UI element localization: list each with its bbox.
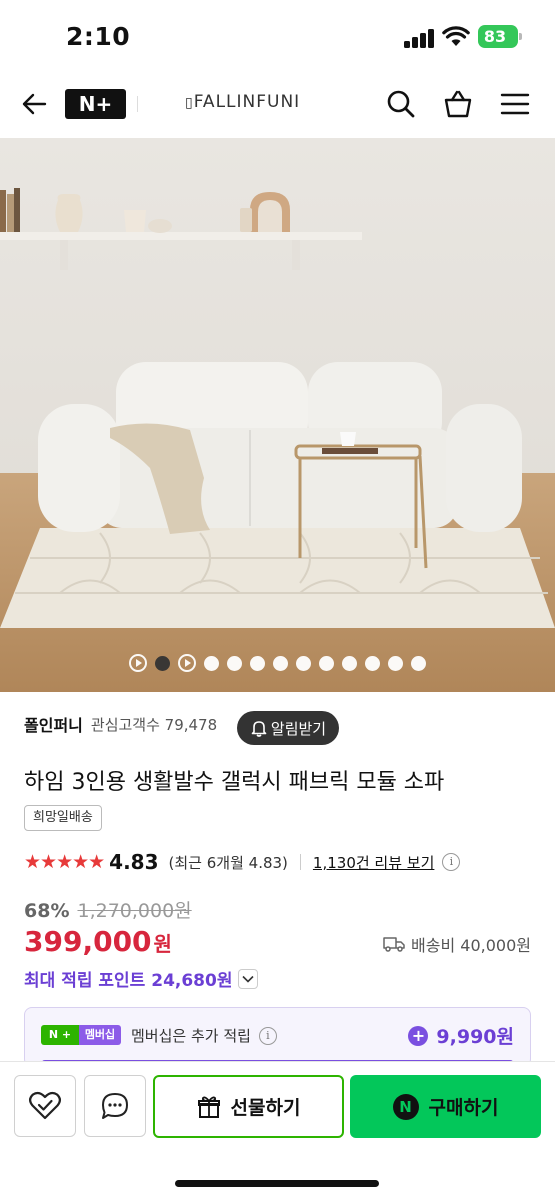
average-rating: 4.83 bbox=[109, 850, 159, 874]
gallery-dot[interactable] bbox=[273, 655, 288, 671]
alarm-label: 알림받기 bbox=[270, 719, 327, 738]
gallery-dot[interactable] bbox=[227, 655, 242, 671]
info-icon[interactable]: i bbox=[442, 853, 461, 871]
gallery-dot[interactable] bbox=[342, 655, 357, 671]
back-button[interactable] bbox=[12, 82, 56, 126]
naver-pay-icon: N bbox=[392, 1093, 419, 1120]
seller-info: 폴인퍼니 관심고객수 79,478 bbox=[24, 712, 217, 736]
gallery-dot[interactable] bbox=[250, 655, 265, 671]
menu-button[interactable] bbox=[493, 82, 537, 126]
buy-button-label: 구매하기 bbox=[428, 1097, 499, 1119]
brand-logo[interactable]: ▯FALLINFUNI bbox=[185, 92, 300, 112]
video-play-icon[interactable] bbox=[178, 654, 196, 672]
back-arrow-icon bbox=[22, 93, 47, 115]
gallery-dot[interactable] bbox=[319, 655, 334, 671]
max-points-text: 최대 적립 포인트 24,680원 bbox=[24, 971, 233, 991]
product-title: 하임 3인용 생활발수 갤럭시 패브릭 모듈 소파 bbox=[24, 770, 445, 795]
seller-fan-count: 관심고객수 79,478 bbox=[90, 715, 218, 734]
search-button[interactable] bbox=[379, 82, 423, 126]
chevron-down-icon[interactable] bbox=[238, 968, 259, 989]
truck-icon bbox=[383, 937, 405, 952]
reviews-link[interactable]: 1,130건 리뷰 보기 bbox=[313, 852, 434, 873]
membership-text: 멤버십은 추가 적립 i bbox=[131, 1025, 277, 1046]
chat-inquiry-button[interactable] bbox=[84, 1075, 146, 1137]
sofa-product-photo bbox=[0, 138, 555, 692]
rating-summary: ★★★★★ 4.83 (최근 6개월 4.83) 1,130건 리뷰 보기 i bbox=[24, 850, 461, 874]
status-time: 2:10 bbox=[66, 22, 131, 51]
rating-divider bbox=[299, 854, 301, 870]
membership-badge-label: 멤버십 bbox=[79, 1025, 121, 1045]
nplus-badge-mark: N + bbox=[41, 1025, 79, 1045]
sale-price-number: 399,000 bbox=[24, 925, 152, 958]
gallery-dot[interactable] bbox=[411, 655, 426, 671]
shipping-fee-text: 배송비 40,000원 bbox=[411, 936, 531, 955]
price-discount-row: 68% 1,270,000원 bbox=[24, 896, 192, 923]
gallery-pagination[interactable] bbox=[0, 654, 555, 672]
product-image-gallery[interactable] bbox=[0, 138, 555, 692]
search-icon bbox=[387, 90, 415, 118]
cart-button[interactable] bbox=[436, 82, 480, 126]
gift-button[interactable]: 선물하기 bbox=[153, 1075, 344, 1138]
cellular-signal-icon bbox=[404, 28, 436, 48]
brand-mark-icon: ▯ bbox=[185, 95, 194, 111]
naver-plus-membership-badge: N + 멤버십 bbox=[41, 1025, 121, 1045]
max-points-row[interactable]: 최대 적립 포인트 24,680원 bbox=[24, 966, 259, 991]
discount-rate: 68% bbox=[24, 900, 70, 922]
chat-bubble-icon bbox=[102, 1093, 128, 1119]
status-bar: 2:10 83 bbox=[0, 0, 555, 74]
plus-circle-icon: + bbox=[408, 1025, 429, 1046]
membership-points: + 9,990원 bbox=[408, 1022, 514, 1049]
gift-button-label: 선물하기 bbox=[230, 1097, 301, 1119]
video-play-icon[interactable] bbox=[129, 654, 147, 672]
gallery-dot-active[interactable] bbox=[155, 655, 170, 671]
info-icon[interactable]: i bbox=[258, 1026, 277, 1045]
gift-icon bbox=[197, 1096, 220, 1118]
battery-indicator: 83 bbox=[478, 25, 522, 48]
sale-price: 399,000 원 bbox=[24, 925, 172, 958]
original-price: 1,270,000원 bbox=[77, 900, 192, 922]
membership-points-value: 9,990원 bbox=[436, 1026, 514, 1048]
alarm-subscribe-button[interactable]: 알림받기 bbox=[237, 711, 339, 745]
gallery-dot[interactable] bbox=[204, 655, 219, 671]
gallery-dot[interactable] bbox=[296, 655, 311, 671]
membership-text-label: 멤버십은 추가 적립 bbox=[131, 1027, 251, 1045]
cart-icon bbox=[444, 90, 472, 118]
shipping-fee: 배송비 40,000원 bbox=[383, 932, 531, 956]
header-divider bbox=[137, 96, 138, 112]
wifi-icon bbox=[442, 26, 470, 46]
wishlist-button[interactable] bbox=[14, 1075, 76, 1137]
bell-plus-icon bbox=[251, 721, 267, 737]
gallery-dot[interactable] bbox=[365, 655, 380, 671]
home-indicator[interactable] bbox=[175, 1180, 379, 1187]
brand-name: FALLINFUNI bbox=[193, 92, 301, 112]
naver-plus-logo[interactable]: N+ bbox=[65, 89, 126, 119]
top-navigation: N+ ▯FALLINFUNI bbox=[0, 74, 555, 136]
heart-check-icon bbox=[29, 1091, 61, 1120]
membership-benefit-box[interactable]: N + 멤버십 멤버십은 추가 적립 i + 9,990원 bbox=[24, 1007, 531, 1067]
buy-now-button[interactable]: N 구매하기 bbox=[350, 1075, 541, 1138]
seller-name[interactable]: 폴인퍼니 bbox=[24, 712, 83, 736]
sale-price-unit: 원 bbox=[153, 932, 172, 956]
star-rating-icon: ★★★★★ bbox=[24, 851, 105, 873]
menu-icon bbox=[500, 93, 530, 115]
delivery-tag: 희망일배송 bbox=[24, 805, 102, 831]
recent-rating: (최근 6개월 4.83) bbox=[168, 853, 288, 872]
gallery-dot[interactable] bbox=[388, 655, 403, 671]
